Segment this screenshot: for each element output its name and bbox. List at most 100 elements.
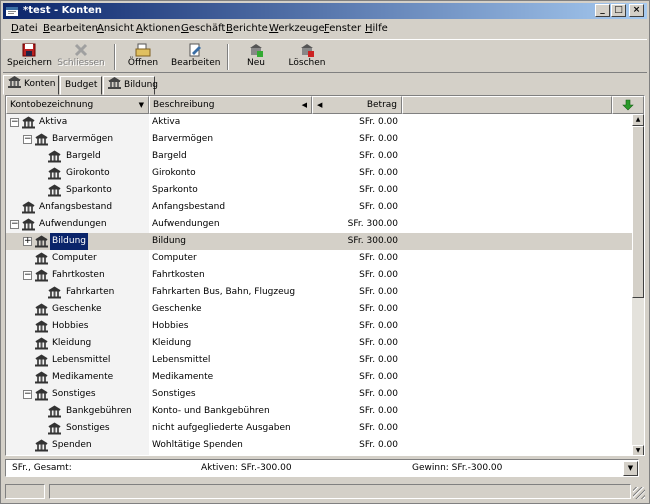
expand-icon[interactable]: + [23,237,32,246]
account-amount[interactable]: SFr. 0.00 [312,420,398,437]
account-name-cell[interactable]: Geschenke [6,301,149,318]
account-description[interactable]: Medikamente [152,369,312,386]
account-description[interactable]: Geschenke [152,301,312,318]
account-description[interactable]: Sonstiges [152,386,312,403]
account-row[interactable]: Anfangsbestand Anfangsbestand SFr. 0.00 [6,199,632,216]
account-description[interactable]: Konto- und Bankgebühren [152,403,312,420]
account-description[interactable]: Wohltätige Spenden [152,437,312,454]
account-amount[interactable]: SFr. 0.00 [312,437,398,454]
column-header-description[interactable]: Beschreibung ◀ [149,96,312,114]
collapse-icon[interactable]: − [10,118,19,127]
menu-bearbeiten[interactable]: Bearbeiten [43,23,98,35]
account-amount[interactable]: SFr. 0.00 [312,267,398,284]
collapse-icon[interactable]: − [23,271,32,280]
menu-hilfe[interactable]: Hilfe [365,23,388,35]
scroll-down-button[interactable]: ▼ [632,445,644,455]
account-name-cell[interactable]: Bankgebühren [6,403,149,420]
account-name-cell[interactable]: Anfangsbestand [6,199,149,216]
account-description[interactable]: Lebensmittel [152,352,312,369]
edit-button[interactable]: Bearbeiten [171,42,220,72]
account-name-cell[interactable]: Girokonto [6,165,149,182]
menu-geschaeft[interactable]: Geschäft [181,23,225,35]
column-header-name[interactable]: Kontobezeichnung ▼ [6,96,149,114]
account-row[interactable]: Medikamente Medikamente SFr. 0.00 [6,369,632,386]
account-description[interactable]: Fahrkarten Bus, Bahn, Flugzeug [152,284,312,301]
account-description[interactable]: Sparkonto [152,182,312,199]
account-amount[interactable]: SFr. 0.00 [312,318,398,335]
collapse-icon[interactable]: − [23,135,32,144]
account-name-cell[interactable]: − Aktiva [6,114,149,131]
account-row[interactable]: + Bildung Bildung SFr. 300.00 [6,233,632,250]
new-account-button[interactable]: Neu [241,42,271,72]
account-amount[interactable]: SFr. 0.00 [312,301,398,318]
account-row[interactable]: Lebensmittel Lebensmittel SFr. 0.00 [6,352,632,369]
account-amount[interactable]: SFr. 0.00 [312,369,398,386]
account-row[interactable]: − Aufwendungen Aufwendungen SFr. 300.00 [6,216,632,233]
account-name-cell[interactable]: Hobbies [6,318,149,335]
collapse-icon[interactable]: − [10,220,19,229]
account-description[interactable]: nicht aufgegliederte Ausgaben [152,420,312,437]
open-button[interactable]: Öffnen [123,42,163,72]
menu-ansicht[interactable]: Ansicht [97,23,134,35]
account-name-cell[interactable]: − Aufwendungen [6,216,149,233]
account-amount[interactable]: SFr. 0.00 [312,386,398,403]
account-amount[interactable]: SFr. 0.00 [312,352,398,369]
account-name-cell[interactable]: Fahrkarten [6,284,149,301]
account-name-cell[interactable]: − Barvermögen [6,131,149,148]
account-row[interactable]: Fahrkarten Fahrkarten Bus, Bahn, Flugzeug… [6,284,632,301]
account-amount[interactable]: SFr. 300.00 [312,233,398,250]
account-description[interactable]: Bargeld [152,148,312,165]
account-name-cell[interactable]: Lebensmittel [6,352,149,369]
account-amount[interactable]: SFr. 0.00 [312,165,398,182]
account-name-cell[interactable]: + Bildung [6,233,149,250]
account-name-cell[interactable]: Bargeld [6,148,149,165]
account-name-cell[interactable]: Computer [6,250,149,267]
account-name-cell[interactable]: − Sonstiges [6,386,149,403]
account-name-cell[interactable]: Sonstiges [6,420,149,437]
account-row[interactable]: − Sonstiges Sonstiges SFr. 0.00 [6,386,632,403]
account-row[interactable]: − Barvermögen Barvermögen SFr. 0.00 [6,131,632,148]
account-description[interactable]: Anfangsbestand [152,199,312,216]
account-description[interactable]: Kleidung [152,335,312,352]
menu-werkzeuge[interactable]: Werkzeuge [269,23,325,35]
tab-bildung[interactable]: Bildung [103,76,158,95]
minimize-button[interactable]: _ [595,4,610,17]
account-amount[interactable]: SFr. 0.00 [312,182,398,199]
tab-konten[interactable]: Konten [3,75,59,95]
account-amount[interactable]: SFr. 300.00 [312,216,398,233]
account-amount[interactable]: SFr. 0.00 [312,403,398,420]
account-row[interactable]: − Fahrtkosten Fahrtkosten SFr. 0.00 [6,267,632,284]
account-row[interactable]: Kleidung Kleidung SFr. 0.00 [6,335,632,352]
column-chooser-button[interactable] [612,96,644,114]
account-description[interactable]: Fahrtkosten [152,267,312,284]
account-name-cell[interactable]: Spenden [6,437,149,454]
summary-currency-dropdown[interactable]: ▼ [623,461,638,476]
account-row[interactable]: Computer Computer SFr. 0.00 [6,250,632,267]
account-amount[interactable]: SFr. 0.00 [312,284,398,301]
delete-account-button[interactable]: Löschen [287,42,327,72]
account-name-cell[interactable]: Kleidung [6,335,149,352]
account-row[interactable]: Bankgebühren Konto- und Bankgebühren SFr. … [6,403,632,420]
account-description[interactable]: Hobbies [152,318,312,335]
account-description[interactable]: Aufwendungen [152,216,312,233]
account-name-cell[interactable]: Medikamente [6,369,149,386]
account-description[interactable]: Aktiva [152,114,312,131]
close-window-button[interactable]: × [629,4,644,17]
account-row[interactable]: Sparkonto Sparkonto SFr. 0.00 [6,182,632,199]
account-row[interactable]: Geschenke Geschenke SFr. 0.00 [6,301,632,318]
collapse-icon[interactable]: − [23,390,32,399]
account-row[interactable]: Sonstiges nicht aufgegliederte Ausgaben SF… [6,420,632,437]
account-row[interactable]: Girokonto Girokonto SFr. 0.00 [6,165,632,182]
account-amount[interactable]: SFr. 0.00 [312,199,398,216]
menu-datei[interactable]: Datei [11,23,38,35]
title-bar[interactable]: *test - Konten _ □ × [3,3,647,19]
account-amount[interactable]: SFr. 0.00 [312,114,398,131]
save-button[interactable]: Speichern [7,42,52,72]
account-description[interactable]: Bildung [152,233,312,250]
maximize-button[interactable]: □ [611,4,626,17]
account-name-cell[interactable]: − Fahrtkosten [6,267,149,284]
menu-fenster[interactable]: Fenster [324,23,361,35]
scroll-thumb[interactable] [632,126,644,298]
account-name-cell[interactable]: Sparkonto [6,182,149,199]
tab-budget[interactable]: Budget [60,76,102,95]
